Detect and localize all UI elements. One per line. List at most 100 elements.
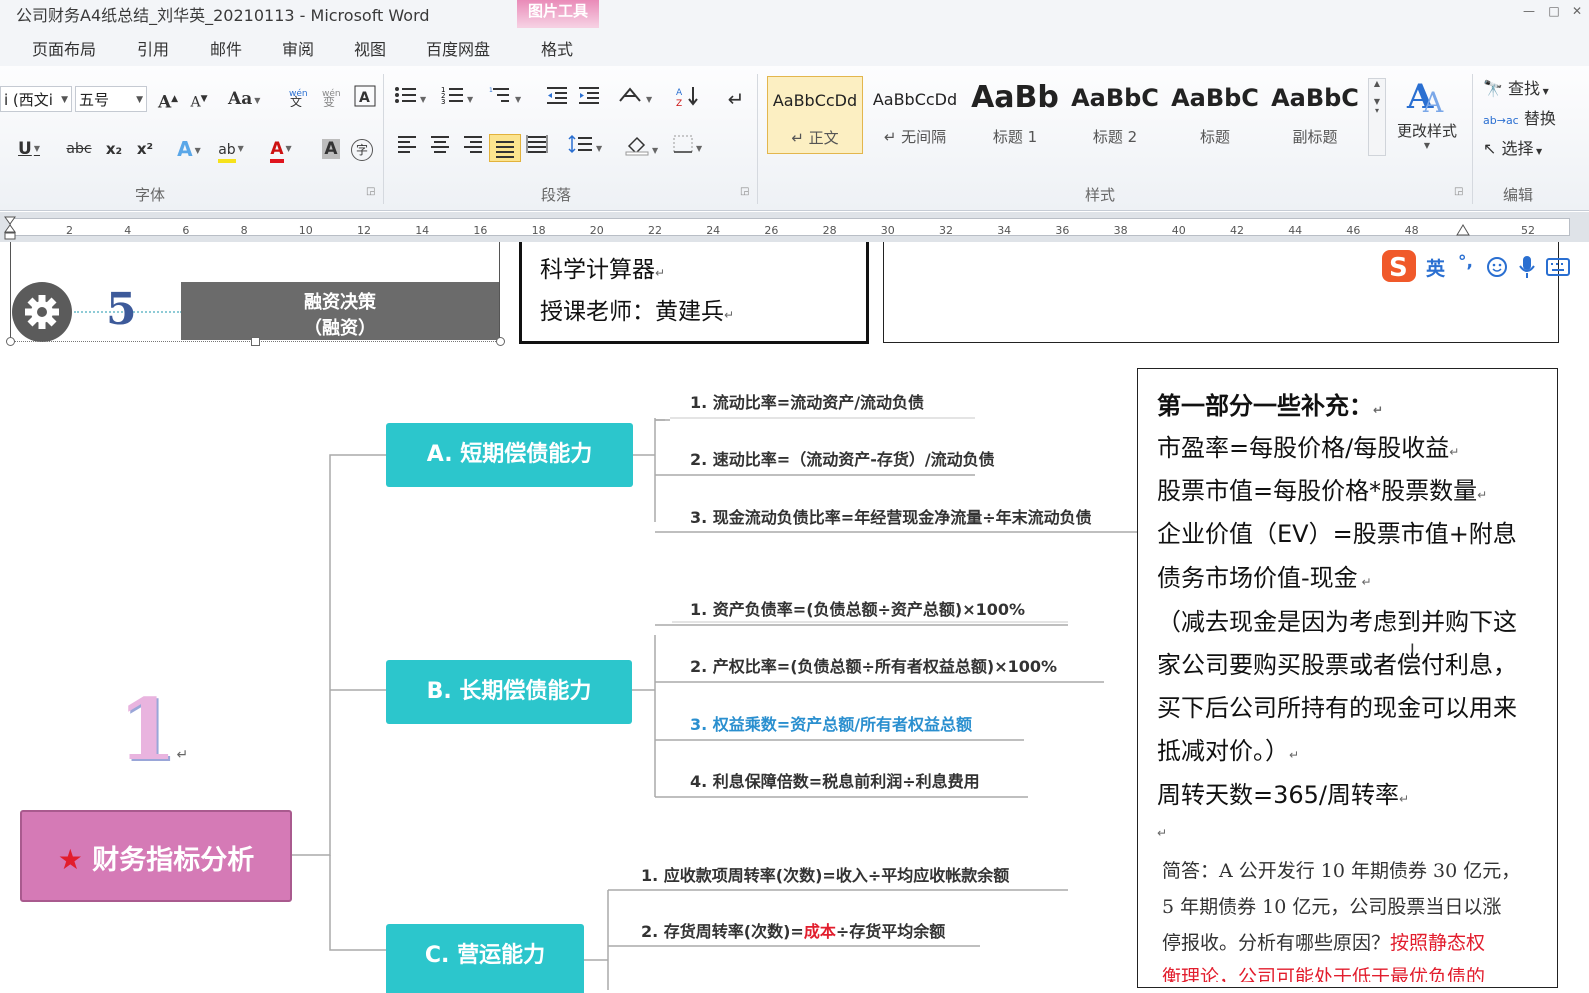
maximize-icon[interactable]: □ (1545, 4, 1563, 18)
branch-short-term-solvency: A. 短期偿债能力 (386, 423, 633, 487)
branch-long-term-solvency: B. 长期偿债能力 (386, 660, 632, 724)
underline-button[interactable]: U ▼ (16, 135, 42, 163)
dialog-launcher-icon[interactable]: ◲ (366, 186, 375, 197)
sort-icon[interactable]: AZ (675, 85, 701, 113)
find-button[interactable]: 🔭 查找 ▼ (1483, 75, 1549, 99)
keyboard-icon[interactable] (1546, 258, 1570, 276)
font-color-button[interactable]: A ▼ (268, 135, 294, 163)
increase-indent-icon[interactable] (576, 85, 602, 113)
text-effects-button[interactable]: A ▼ (176, 135, 202, 163)
tab-baidu-netdisk[interactable]: 百度网盘 (426, 36, 490, 60)
align-right-icon[interactable] (460, 134, 486, 162)
section-number-5: 5 (106, 284, 137, 335)
line-spacing-icon[interactable]: ▼ (568, 134, 602, 162)
svg-text:变: 变 (323, 94, 335, 107)
ruler-tick-label: 28 (822, 224, 837, 237)
borders-icon[interactable]: ▼ (672, 134, 702, 162)
shrink-font-button[interactable]: A▼ (186, 85, 212, 113)
svg-text:S: S (1389, 253, 1408, 283)
qa-line: 停报收。分析有哪些原因？按照静态权 (1162, 932, 1486, 954)
asian-layout-icon[interactable]: ▼ (618, 85, 652, 113)
style-heading-1[interactable]: AaBb 标题 1 (967, 76, 1063, 154)
ruler-tick-label: 12 (357, 224, 371, 237)
style-title[interactable]: AaBbC 标题 (1167, 76, 1263, 154)
show-marks-icon[interactable]: ↵ (723, 85, 749, 113)
grow-font-button[interactable]: A▲ (155, 85, 181, 113)
gear-icon (12, 282, 72, 342)
decrease-indent-icon[interactable] (544, 85, 570, 113)
ruler-tick-label: 10 (298, 224, 313, 237)
list-item: 4. 利息保障倍数=税息前利润÷利息费用 (690, 772, 980, 791)
character-shading-button[interactable]: A (318, 135, 344, 163)
find-label: 查找 (1508, 79, 1541, 98)
enclose-characters-icon[interactable]: 字 (349, 135, 375, 163)
highlight-button[interactable]: ab ▼ (218, 135, 244, 163)
style-heading-2[interactable]: AaBbC 标题 2 (1067, 76, 1163, 154)
list-item: 1. 流动比率=流动资产/流动负债 (690, 393, 925, 412)
style-subtitle[interactable]: AaBbC 副标题 (1267, 76, 1363, 154)
ruler-tick-label: 44 (1288, 224, 1303, 237)
bullets-icon[interactable]: ▼ (394, 85, 426, 113)
tab-view[interactable]: 视图 (354, 36, 386, 60)
group-separator (757, 74, 758, 204)
subscript-button[interactable]: x₂ (101, 135, 127, 163)
styles-scroll[interactable]: ▲ ▼ ▾ (1368, 78, 1386, 156)
phonetic-guide-icon[interactable]: wén 文 (285, 85, 311, 113)
supplement-line: 企业价值（EV）=股票市值+附息 (1157, 520, 1517, 548)
close-icon[interactable]: ✕ (1568, 4, 1586, 18)
strikethrough-button[interactable]: abc (66, 135, 92, 163)
character-border-icon[interactable]: A (352, 85, 378, 113)
change-styles-icon: AA (1406, 77, 1444, 119)
branch-operating-capacity: C. 营运能力 (386, 924, 584, 993)
svg-text:A: A (359, 90, 370, 106)
tab-review[interactable]: 审阅 (282, 36, 314, 60)
ime-toolbar[interactable]: S 英 °, (1380, 248, 1570, 286)
supplement-line: 股票市值=每股价格*股票数量↵ (1157, 477, 1488, 505)
dialog-launcher-icon[interactable]: ◲ (740, 186, 749, 197)
minimize-icon[interactable]: — (1520, 4, 1538, 18)
style-no-spacing[interactable]: AaBbCcDd ↵ 无间隔 (867, 76, 963, 154)
right-indent-marker-icon[interactable] (1456, 218, 1470, 236)
numbering-icon[interactable]: 1 2 3 ▼ (441, 85, 473, 113)
supplement-title: 第一部分一些补充：↵ (1157, 392, 1384, 420)
replace-button[interactable]: ab→ac 替换 (1483, 105, 1556, 129)
ruler-tick-label: 4 (124, 224, 132, 237)
supplement-line: 买下后公司所持有的现金可以用来 (1157, 694, 1517, 722)
dialog-launcher-icon[interactable]: ◲ (1454, 186, 1463, 197)
font-name-combo[interactable]: i (西文i ▼ (0, 86, 72, 112)
justify-icon[interactable] (489, 134, 521, 162)
select-button[interactable]: ↖ 选择 ▼ (1483, 135, 1542, 159)
sogou-logo-icon: S (1382, 250, 1416, 283)
ruler-tick-label: 20 (589, 224, 604, 237)
change-case-button[interactable]: Aa ▼ (228, 85, 260, 113)
indent-marker-icon[interactable] (4, 216, 16, 240)
font-size-combo[interactable]: 五号 ▼ (75, 86, 147, 112)
ruler-tick-label: 18 (531, 224, 546, 237)
style-sample: AaBbC (1071, 84, 1159, 112)
align-left-icon[interactable] (394, 134, 420, 162)
tab-page-layout[interactable]: 页面布局 (32, 36, 96, 60)
tab-mailings[interactable]: 邮件 (210, 36, 242, 60)
supplement-line: 周转天数=365/周转率↵ (1157, 781, 1410, 809)
chevron-down-icon: ▼ (1423, 141, 1431, 150)
tab-references[interactable]: 引用 (137, 36, 169, 60)
text-cursor-icon: I (1410, 640, 1415, 659)
svg-text:文: 文 (290, 94, 302, 107)
resize-handle[interactable] (6, 337, 15, 346)
change-styles-button[interactable]: AA 更改样式 ▼ (1392, 72, 1462, 172)
distributed-icon[interactable] (524, 134, 550, 162)
superscript-button[interactable]: x² (132, 135, 158, 163)
shading-icon[interactable]: ▼ (624, 134, 658, 162)
resize-handle[interactable] (496, 337, 505, 346)
resize-handle[interactable] (251, 337, 260, 346)
paragraph-group-label: 段落 (540, 186, 571, 204)
ime-punctuation[interactable]: °, (1458, 252, 1473, 272)
tab-format[interactable]: 格式 (541, 36, 573, 60)
style-normal[interactable]: AaBbCcDd ↵ 正文 (767, 76, 863, 154)
ime-language[interactable]: 英 (1426, 254, 1445, 281)
multilevel-list-icon[interactable]: 1 ▼ (489, 85, 521, 113)
align-center-icon[interactable] (427, 134, 453, 162)
microphone-icon[interactable] (1518, 254, 1536, 280)
clear-format-icon[interactable]: wén 变 (318, 85, 344, 113)
emoji-icon[interactable] (1486, 256, 1508, 278)
